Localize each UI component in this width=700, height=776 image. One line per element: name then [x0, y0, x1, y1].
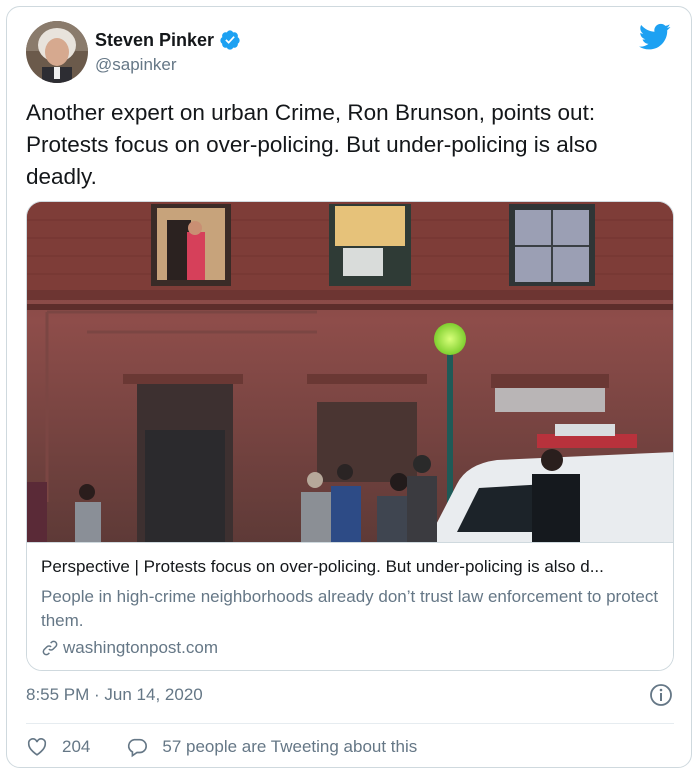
article-photo — [27, 202, 673, 542]
like-button[interactable]: 204 — [26, 736, 90, 758]
author-name[interactable]: Steven Pinker — [95, 30, 214, 51]
divider — [26, 723, 674, 724]
info-icon[interactable] — [649, 683, 673, 707]
conversation-button[interactable]: 57 people are Tweeting about this — [126, 736, 417, 758]
card-domain[interactable]: washingtonpost.com — [41, 638, 218, 658]
card-description: People in high-crime neighborhoods alrea… — [41, 587, 659, 630]
card-title[interactable]: Perspective | Protests focus on over-pol… — [41, 557, 661, 577]
avatar[interactable] — [26, 21, 88, 83]
card-domain-text[interactable]: washingtonpost.com — [63, 638, 218, 658]
conversation-text[interactable]: 57 people are Tweeting about this — [162, 737, 417, 757]
twitter-bird-icon[interactable] — [639, 23, 671, 51]
heart-icon — [27, 738, 47, 756]
author-handle[interactable]: @sapinker — [95, 55, 177, 75]
tweet-card[interactable]: Steven Pinker @sapinker Another expert o… — [6, 6, 692, 768]
reply-icon — [128, 738, 148, 758]
tweet-text: Another expert on urban Crime, Ron Bruns… — [26, 100, 598, 189]
action-bar: 204 57 people are Tweeting about this — [26, 734, 417, 760]
link-card[interactable]: Perspective | Protests focus on over-pol… — [26, 201, 674, 671]
link-card-body[interactable]: Perspective | Protests focus on over-pol… — [27, 542, 673, 670]
like-count: 204 — [62, 737, 91, 756]
verified-badge-icon — [220, 30, 240, 50]
link-icon — [42, 640, 58, 656]
timestamp[interactable]: 8:55 PM · Jun 14, 2020 — [26, 685, 203, 705]
